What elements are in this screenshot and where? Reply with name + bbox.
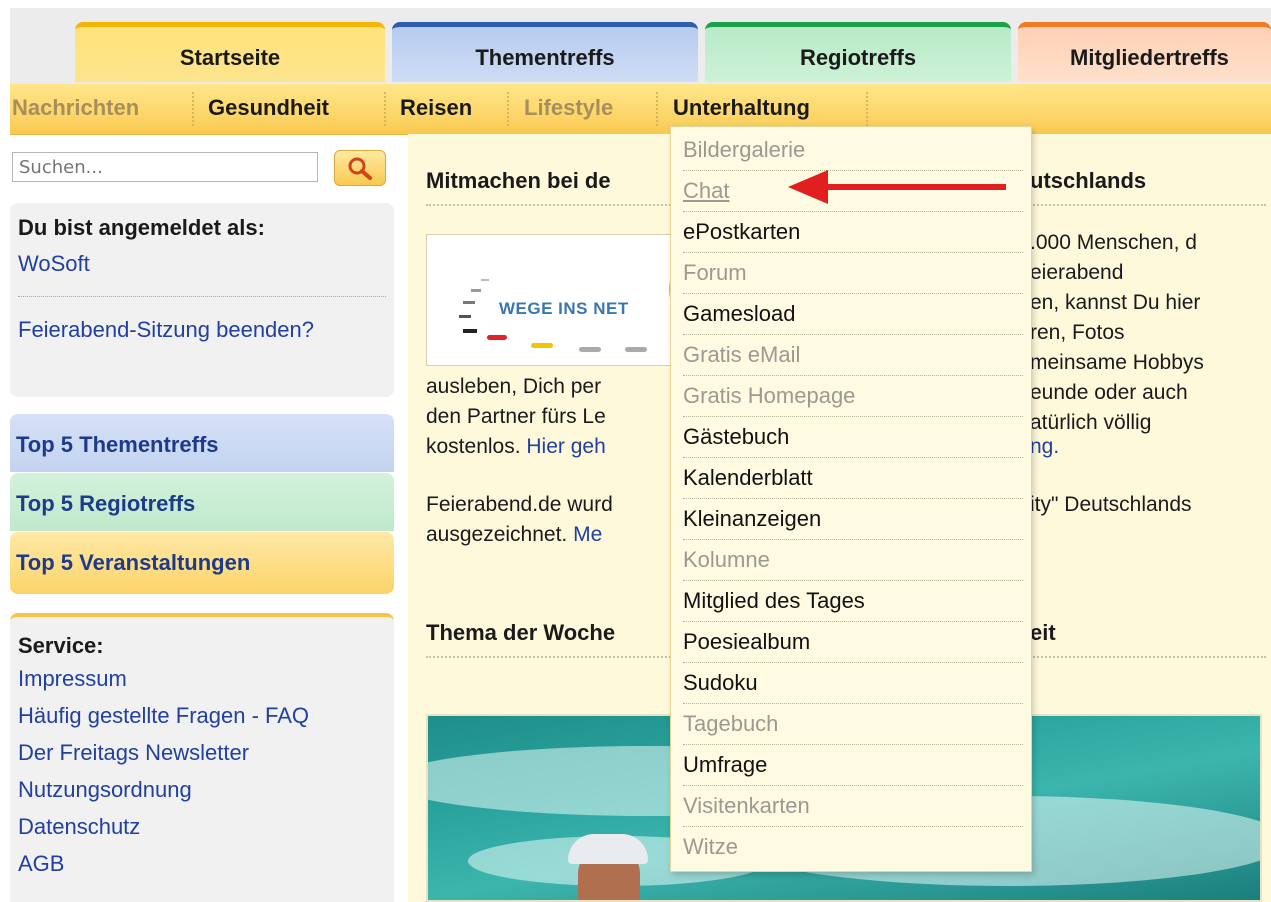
- logout-link[interactable]: Feierabend-Sitzung beenden?: [18, 315, 348, 345]
- menu-item-tagebuch[interactable]: Tagebuch: [683, 703, 1023, 745]
- subnav-separator: [866, 92, 868, 126]
- menu-item-epostkarten[interactable]: ePostkarten: [683, 211, 1023, 253]
- service-panel: Service: Impressum Häufig gestellte Frag…: [10, 613, 394, 902]
- service-link-faq[interactable]: Häufig gestellte Fragen - FAQ: [18, 702, 368, 730]
- tab-mitgliedertreffs[interactable]: Mitgliedertreffs: [1018, 22, 1271, 82]
- top5-veranstaltungen-link[interactable]: Top 5 Veranstaltungen: [10, 532, 394, 594]
- intro-line: ausleben, Dich per: [426, 375, 602, 398]
- search-button[interactable]: [334, 150, 386, 186]
- search-input[interactable]: [12, 152, 318, 182]
- section-heading-thema-tail: eit: [1030, 620, 1056, 645]
- section-heading-mitmachen-tail: utschlands: [1030, 168, 1147, 193]
- annotation-arrow-shaft: [826, 184, 1006, 190]
- photo-cap: [568, 834, 648, 864]
- unterhaltung-dropdown-menu: Bildergalerie Chat ePostkarten Forum Gam…: [670, 126, 1032, 872]
- menu-item-bildergalerie[interactable]: Bildergalerie: [683, 129, 1023, 171]
- menu-item-sudoku[interactable]: Sudoku: [683, 662, 1023, 704]
- intro-text-left: ausleben, Dich per den Partner fürs Le k…: [426, 372, 606, 462]
- menu-item-gratis-email[interactable]: Gratis eMail: [683, 334, 1023, 376]
- intro-line: meinsame Hobbys: [1030, 351, 1204, 374]
- service-link-nutzungsordnung[interactable]: Nutzungsordnung: [18, 776, 368, 804]
- menu-item-chat[interactable]: Chat: [683, 170, 1023, 212]
- menu-item-witze[interactable]: Witze: [683, 826, 1023, 867]
- subnav-separator: [384, 92, 386, 126]
- intro-line: en, kannst Du hier: [1030, 291, 1201, 314]
- subnav-separator: [656, 92, 658, 126]
- menu-item-poesiealbum[interactable]: Poesiealbum: [683, 621, 1023, 663]
- tab-startseite[interactable]: Startseite: [75, 22, 385, 82]
- banner-dots-icon: [459, 279, 489, 333]
- menu-item-gaestebuch[interactable]: Gästebuch: [683, 416, 1023, 458]
- intro-link-tail-text[interactable]: ng.: [1030, 435, 1059, 458]
- award-text-right: ity" Deutschlands: [1030, 493, 1192, 516]
- banner-dot: [531, 343, 553, 348]
- login-username-link[interactable]: WoSoft: [18, 251, 90, 277]
- section-heading-thema-der-woche: Thema der Woche: [426, 620, 616, 645]
- section-heading-mitmachen: Mitmachen bei de: [426, 168, 611, 193]
- menu-item-mitglied-des-tages[interactable]: Mitglied des Tages: [683, 580, 1023, 622]
- intro-line: kostenlos.: [426, 435, 527, 458]
- subnav-item-reisen[interactable]: Reisen: [400, 84, 472, 134]
- menu-item-gamesload[interactable]: Gamesload: [683, 293, 1023, 335]
- intro-link[interactable]: Hier geh: [526, 435, 605, 458]
- subnav-separator: [192, 92, 194, 126]
- top-band: Startseite Thementreffs Regiotreffs Mitg…: [0, 0, 1271, 84]
- banner-dot: [487, 335, 507, 340]
- service-link-datenschutz[interactable]: Datenschutz: [18, 813, 368, 841]
- award-more-link[interactable]: Me: [573, 523, 602, 546]
- tab-regiotreffs[interactable]: Regiotreffs: [705, 22, 1011, 82]
- wege-ins-netz-banner[interactable]: WEGE INS NET: [426, 234, 688, 366]
- service-links: Impressum Häufig gestellte Fragen - FAQ …: [18, 665, 368, 887]
- service-title: Service:: [18, 633, 104, 658]
- intro-line: den Partner fürs Le: [426, 405, 606, 428]
- menu-item-forum[interactable]: Forum: [683, 252, 1023, 294]
- service-link-newsletter[interactable]: Der Freitags Newsletter: [18, 739, 368, 767]
- subnav-item-gesundheit[interactable]: Gesundheit: [208, 84, 329, 134]
- intro-line: eunde oder auch: [1030, 381, 1188, 404]
- menu-item-visitenkarten[interactable]: Visitenkarten: [683, 785, 1023, 827]
- menu-item-umfrage[interactable]: Umfrage: [683, 744, 1023, 786]
- top5-thementreffs-link[interactable]: Top 5 Thementreffs: [10, 414, 394, 472]
- subnav-separator: [507, 92, 509, 126]
- login-title: Du bist angemeldet als:: [18, 215, 265, 240]
- menu-item-kalenderblatt[interactable]: Kalenderblatt: [683, 457, 1023, 499]
- intro-line: .000 Menschen, d: [1030, 231, 1197, 254]
- intro-line: eierabend: [1030, 261, 1124, 284]
- award-text-left: Feierabend.de wurd ausgezeichnet. Me: [426, 490, 613, 550]
- menu-item-kolumne[interactable]: Kolumne: [683, 539, 1023, 581]
- tab-thementreffs[interactable]: Thementreffs: [392, 22, 698, 82]
- subnav-item-lifestyle[interactable]: Lifestyle: [524, 84, 613, 134]
- intro-text-right: .000 Menschen, d eierabend en, kannst Du…: [1030, 228, 1204, 438]
- subnav-item-nachrichten[interactable]: Nachrichten: [12, 84, 139, 134]
- service-link-agb[interactable]: AGB: [18, 850, 368, 878]
- service-link-impressum[interactable]: Impressum: [18, 665, 368, 693]
- sub-navigation: Nachrichten Gesundheit Reisen Lifestyle …: [10, 84, 1271, 135]
- award-line: ausgezeichnet.: [426, 523, 574, 546]
- banner-dot: [625, 347, 647, 352]
- menu-item-gratis-homepage[interactable]: Gratis Homepage: [683, 375, 1023, 417]
- banner-text: WEGE INS NET: [499, 299, 629, 318]
- menu-item-kleinanzeigen[interactable]: Kleinanzeigen: [683, 498, 1023, 540]
- login-panel: Du bist angemeldet als: WoSoft Feieraben…: [10, 203, 394, 397]
- intro-link-tail[interactable]: ng.: [1030, 432, 1059, 462]
- login-divider: [18, 296, 386, 297]
- annotation-arrow-icon: [788, 170, 828, 204]
- intro-line: ren, Fotos: [1030, 321, 1125, 344]
- top5-regiotreffs-link[interactable]: Top 5 Regiotreffs: [10, 473, 394, 531]
- search-icon: [348, 157, 372, 180]
- banner-dot: [579, 347, 601, 352]
- award-line: Feierabend.de wurd: [426, 493, 613, 516]
